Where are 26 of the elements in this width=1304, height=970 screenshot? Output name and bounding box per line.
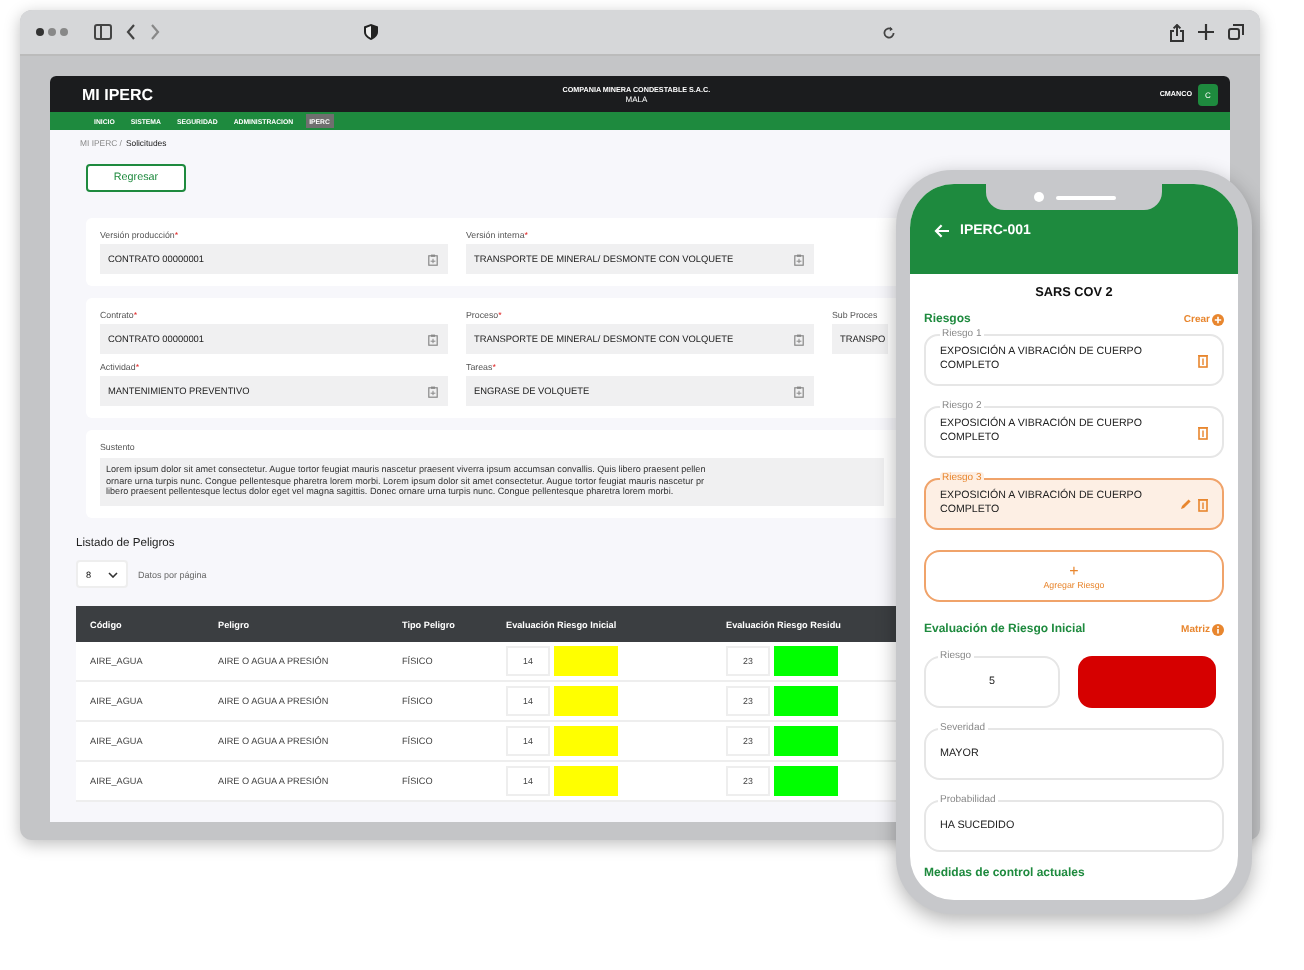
tabs-icon[interactable] — [1228, 24, 1244, 40]
chevron-down-icon — [108, 571, 118, 578]
clipboard-icon[interactable] — [428, 385, 438, 397]
window-dot[interactable] — [60, 28, 68, 36]
pencil-icon[interactable] — [1180, 498, 1192, 510]
shield-icon[interactable] — [364, 24, 378, 40]
clipboard-icon[interactable] — [794, 385, 804, 397]
clipboard-icon[interactable] — [794, 333, 804, 345]
share-icon[interactable] — [1170, 23, 1184, 41]
clipboard-icon[interactable] — [428, 253, 438, 265]
trash-icon[interactable] — [1198, 425, 1208, 439]
back-icon[interactable] — [126, 24, 136, 40]
plus-icon[interactable] — [1198, 24, 1214, 40]
back-arrow-icon[interactable] — [934, 224, 950, 238]
reload-icon[interactable] — [882, 25, 896, 39]
app-logo: MI IPERC — [82, 85, 154, 103]
forward-icon[interactable] — [150, 24, 160, 40]
info-icon[interactable] — [1212, 624, 1224, 636]
sidebar-icon[interactable] — [94, 24, 112, 40]
window-dot[interactable] — [48, 28, 56, 36]
clipboard-icon[interactable] — [794, 253, 804, 265]
window-dot[interactable] — [36, 28, 44, 36]
trash-icon[interactable] — [1198, 353, 1208, 367]
trash-icon[interactable] — [1198, 497, 1208, 511]
clipboard-icon[interactable] — [428, 333, 438, 345]
plus-circle-icon[interactable] — [1212, 314, 1224, 326]
